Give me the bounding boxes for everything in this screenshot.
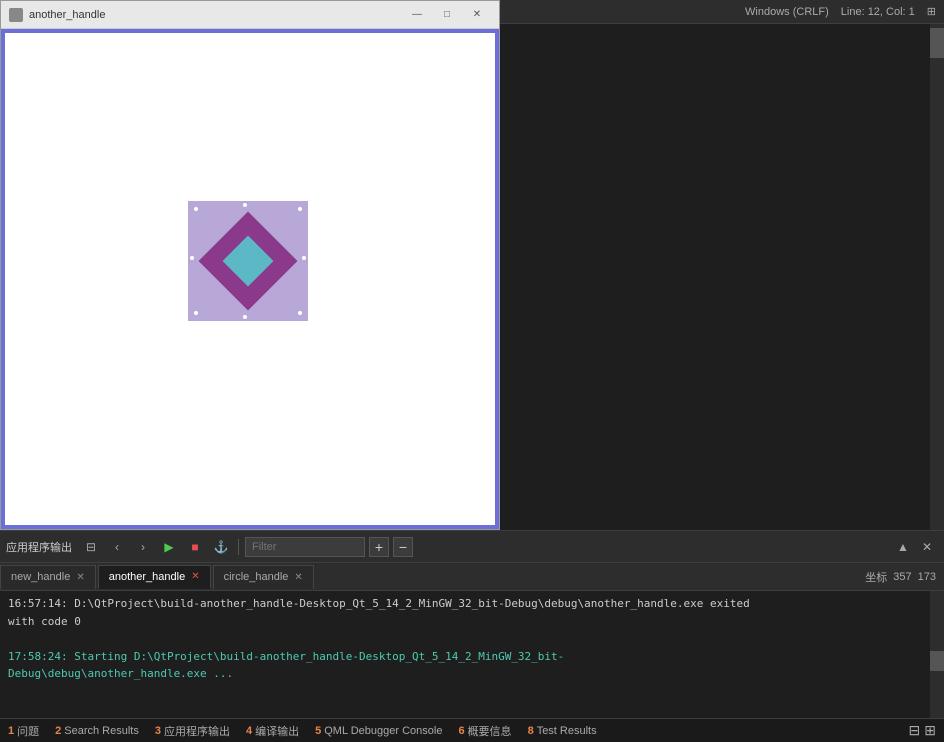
coords-display: 坐标 357 173 [865,569,944,585]
status-bar: 1 问题 2 Search Results 3 应用程序输出 4 编译输出 5 … [0,718,944,742]
close-button[interactable]: ✕ [463,4,491,26]
graphic-dot [298,311,302,315]
toolbar-icon-btn-1[interactable]: ⊟ [80,536,102,558]
toolbar-next-btn[interactable]: › [132,536,154,558]
output-text-1: 16:57:14: D:\QtProject\build-another_han… [8,597,750,610]
status-item-search[interactable]: 2 Search Results [55,725,139,737]
status-num-search: 2 [55,725,61,737]
editor-area: Windows (CRLF) Line: 12, Col: 1 ⊞ [500,0,944,530]
status-item-problems[interactable]: 1 问题 [8,723,39,739]
status-icon-settings[interactable]: ⊞ [924,722,936,739]
app-canvas [1,29,499,529]
panel-scrollbar-thumb[interactable] [930,651,944,671]
output-line-1: 16:57:14: D:\QtProject\build-another_han… [8,595,936,613]
line-ending-indicator[interactable]: Windows (CRLF) [745,6,829,18]
status-label-app-output: 应用程序输出 [164,723,230,739]
status-bar-right: ⊟ ⊞ [909,722,936,739]
coords-x: 357 [893,571,911,583]
tab-circle-handle-close[interactable]: ✕ [294,572,302,583]
titlebar-buttons: — □ ✕ [403,4,491,26]
toolbar-separator [238,539,239,555]
maximize-button[interactable]: □ [433,4,461,26]
graphic-dot [194,311,198,315]
editor-scrollbar-thumb[interactable] [930,28,944,58]
tab-another-handle-close[interactable]: ✕ [191,571,199,582]
status-label-qml: QML Debugger Console [324,725,442,737]
tab-another-handle[interactable]: another_handle ✕ [98,565,211,589]
panel-collapse-down-btn[interactable]: ✕ [916,536,938,558]
coords-y: 173 [918,571,936,583]
status-item-qml[interactable]: 5 QML Debugger Console [315,725,442,737]
status-num-app-output: 3 [155,725,161,737]
output-line-4: Debug\debug\another_handle.exe ... [8,665,936,683]
status-label-search: Search Results [64,725,139,737]
toolbar-attach-btn[interactable]: ⚓ [210,536,232,558]
status-item-compile[interactable]: 4 编译输出 [246,723,299,739]
status-label-test: Test Results [537,725,597,737]
qml-graphic [188,201,308,321]
filter-add-btn[interactable]: + [369,537,389,557]
filter-input[interactable] [245,537,365,557]
graphic-dot [243,315,247,319]
cursor-position: Line: 12, Col: 1 [841,6,915,18]
tab-another-handle-label: another_handle [109,571,185,583]
status-num-problems: 1 [8,725,14,737]
toolbar-prev-btn[interactable]: ‹ [106,536,128,558]
bottom-panel: 应用程序输出 ⊟ ‹ › ▶ ■ ⚓ + − ▲ ✕ new_handle ✕ … [0,530,944,742]
status-item-app-output[interactable]: 3 应用程序输出 [155,723,230,739]
coords-label: 坐标 [865,569,887,585]
tab-circle-handle[interactable]: circle_handle ✕ [213,565,314,589]
minimize-button[interactable]: — [403,4,431,26]
status-num-compile: 4 [246,725,252,737]
toolbar-run-btn[interactable]: ▶ [158,536,180,558]
panel-tabs-row: new_handle ✕ another_handle ✕ circle_han… [0,563,944,591]
panel-toolbar: 应用程序输出 ⊟ ‹ › ▶ ■ ⚓ + − ▲ ✕ [0,531,944,563]
panel-collapse-up-btn[interactable]: ▲ [892,536,914,558]
status-item-overview[interactable]: 6 概要信息 [458,723,511,739]
graphic-dot [190,256,194,260]
app-window: another_handle — □ ✕ [0,0,500,530]
output-line-blank [8,630,936,648]
status-num-qml: 5 [315,725,321,737]
graphic-dot [302,256,306,260]
panel-content: 16:57:14: D:\QtProject\build-another_han… [0,591,944,718]
status-label-problems: 问题 [17,723,39,739]
status-num-overview: 6 [458,725,464,737]
graphic-dot [298,207,302,211]
status-icon-terminal[interactable]: ⊟ [909,722,921,739]
graphic-dot [194,207,198,211]
output-line-2: with code 0 [8,613,936,631]
expand-icon[interactable]: ⊞ [927,5,936,18]
editor-scrollbar[interactable] [930,24,944,530]
output-line-3: 17:58:24: Starting D:\QtProject\build-an… [8,648,936,666]
tab-new-handle[interactable]: new_handle ✕ [0,565,96,589]
toolbar-stop-btn[interactable]: ■ [184,536,206,558]
output-link-2[interactable]: Debug\debug\another_handle.exe ... [8,667,233,680]
tab-circle-handle-label: circle_handle [224,571,289,583]
output-link-1[interactable]: 17:58:24: Starting D:\QtProject\build-an… [8,650,564,663]
toolbar-right: ▲ ✕ [892,536,938,558]
status-num-test: 8 [528,725,534,737]
graphic-dot [243,203,247,207]
panel-label: 应用程序输出 [6,539,72,555]
panel-scrollbar[interactable] [930,591,944,718]
editor-statusbar: Windows (CRLF) Line: 12, Col: 1 ⊞ [500,0,944,24]
status-item-test[interactable]: 8 Test Results [528,725,597,737]
status-label-compile: 编译输出 [255,723,299,739]
app-icon [9,8,23,22]
app-titlebar: another_handle — □ ✕ [1,1,499,29]
status-label-overview: 概要信息 [468,723,512,739]
filter-remove-btn[interactable]: − [393,537,413,557]
output-text-2: with code 0 [8,615,81,628]
tab-new-handle-close[interactable]: ✕ [76,572,84,583]
editor-content [500,24,944,530]
app-title: another_handle [29,9,403,21]
tab-new-handle-label: new_handle [11,571,70,583]
